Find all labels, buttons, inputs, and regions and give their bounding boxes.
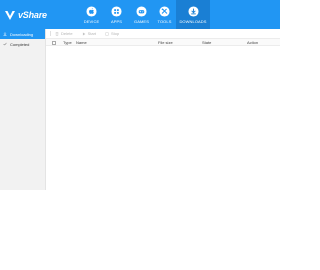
empty-area [0, 190, 280, 270]
nav-label: APPS [110, 19, 123, 24]
delete-button[interactable]: Delete [55, 31, 73, 36]
sidebar-item-label: Downloading [10, 31, 34, 37]
column-header-action: Action [247, 40, 259, 45]
sidebar-item-downloading[interactable]: Downloading [0, 29, 45, 39]
start-label: Start [87, 31, 97, 36]
nav-label: TOOLS [157, 19, 172, 24]
nav-label: DOWNLOADS [179, 19, 207, 24]
stop-label: Stop [111, 31, 120, 36]
start-button[interactable]: Start [82, 31, 96, 36]
nav-device[interactable]: DEVICE [80, 0, 103, 29]
apps-grid-icon [111, 6, 122, 17]
top-bar: vShare DEVICE APPS GAMES TOOLS DOWNLOADS [0, 0, 280, 29]
stop-button[interactable]: Stop [105, 31, 119, 36]
column-header-name[interactable]: Name [76, 40, 87, 45]
tools-icon [159, 6, 170, 17]
download-icon [3, 32, 7, 36]
select-all-checkbox[interactable] [52, 40, 56, 45]
maximize-icon[interactable] [268, 3, 271, 6]
toolbar: Delete Start Stop [46, 29, 280, 38]
nav-tools[interactable]: TOOLS [153, 0, 176, 29]
check-icon [3, 42, 7, 46]
play-icon [82, 32, 85, 35]
minimize-icon[interactable] [262, 3, 265, 6]
sidebar-item-label: Completed [10, 41, 30, 47]
column-header-state[interactable]: State [202, 40, 211, 45]
download-list [46, 46, 280, 190]
logo: vShare [4, 9, 47, 21]
column-header-file-size[interactable]: File size [158, 40, 173, 45]
window-controls [262, 3, 277, 6]
nav-games[interactable]: GAMES [130, 0, 153, 29]
brand-name: vShare [18, 10, 47, 20]
vshare-logo-icon [5, 11, 15, 20]
stop-icon [105, 31, 109, 35]
nav-downloads[interactable]: DOWNLOADS [176, 0, 210, 29]
download-icon [187, 6, 199, 17]
table-header: Type Name File size State Action [46, 38, 280, 46]
sidebar: Downloading Completed [0, 29, 46, 190]
gamepad-icon [136, 6, 147, 17]
trash-icon [55, 31, 59, 36]
nav-label: GAMES [134, 19, 149, 24]
nav-apps[interactable]: APPS [105, 0, 128, 29]
close-icon[interactable] [274, 3, 277, 6]
apple-icon [86, 6, 97, 17]
divider [50, 31, 51, 36]
sidebar-item-completed[interactable]: Completed [0, 39, 45, 49]
delete-label: Delete [61, 31, 73, 36]
column-header-type[interactable]: Type [63, 40, 72, 45]
nav-label: DEVICE [83, 19, 100, 24]
main-nav: DEVICE APPS GAMES TOOLS DOWNLOADS [80, 0, 210, 29]
